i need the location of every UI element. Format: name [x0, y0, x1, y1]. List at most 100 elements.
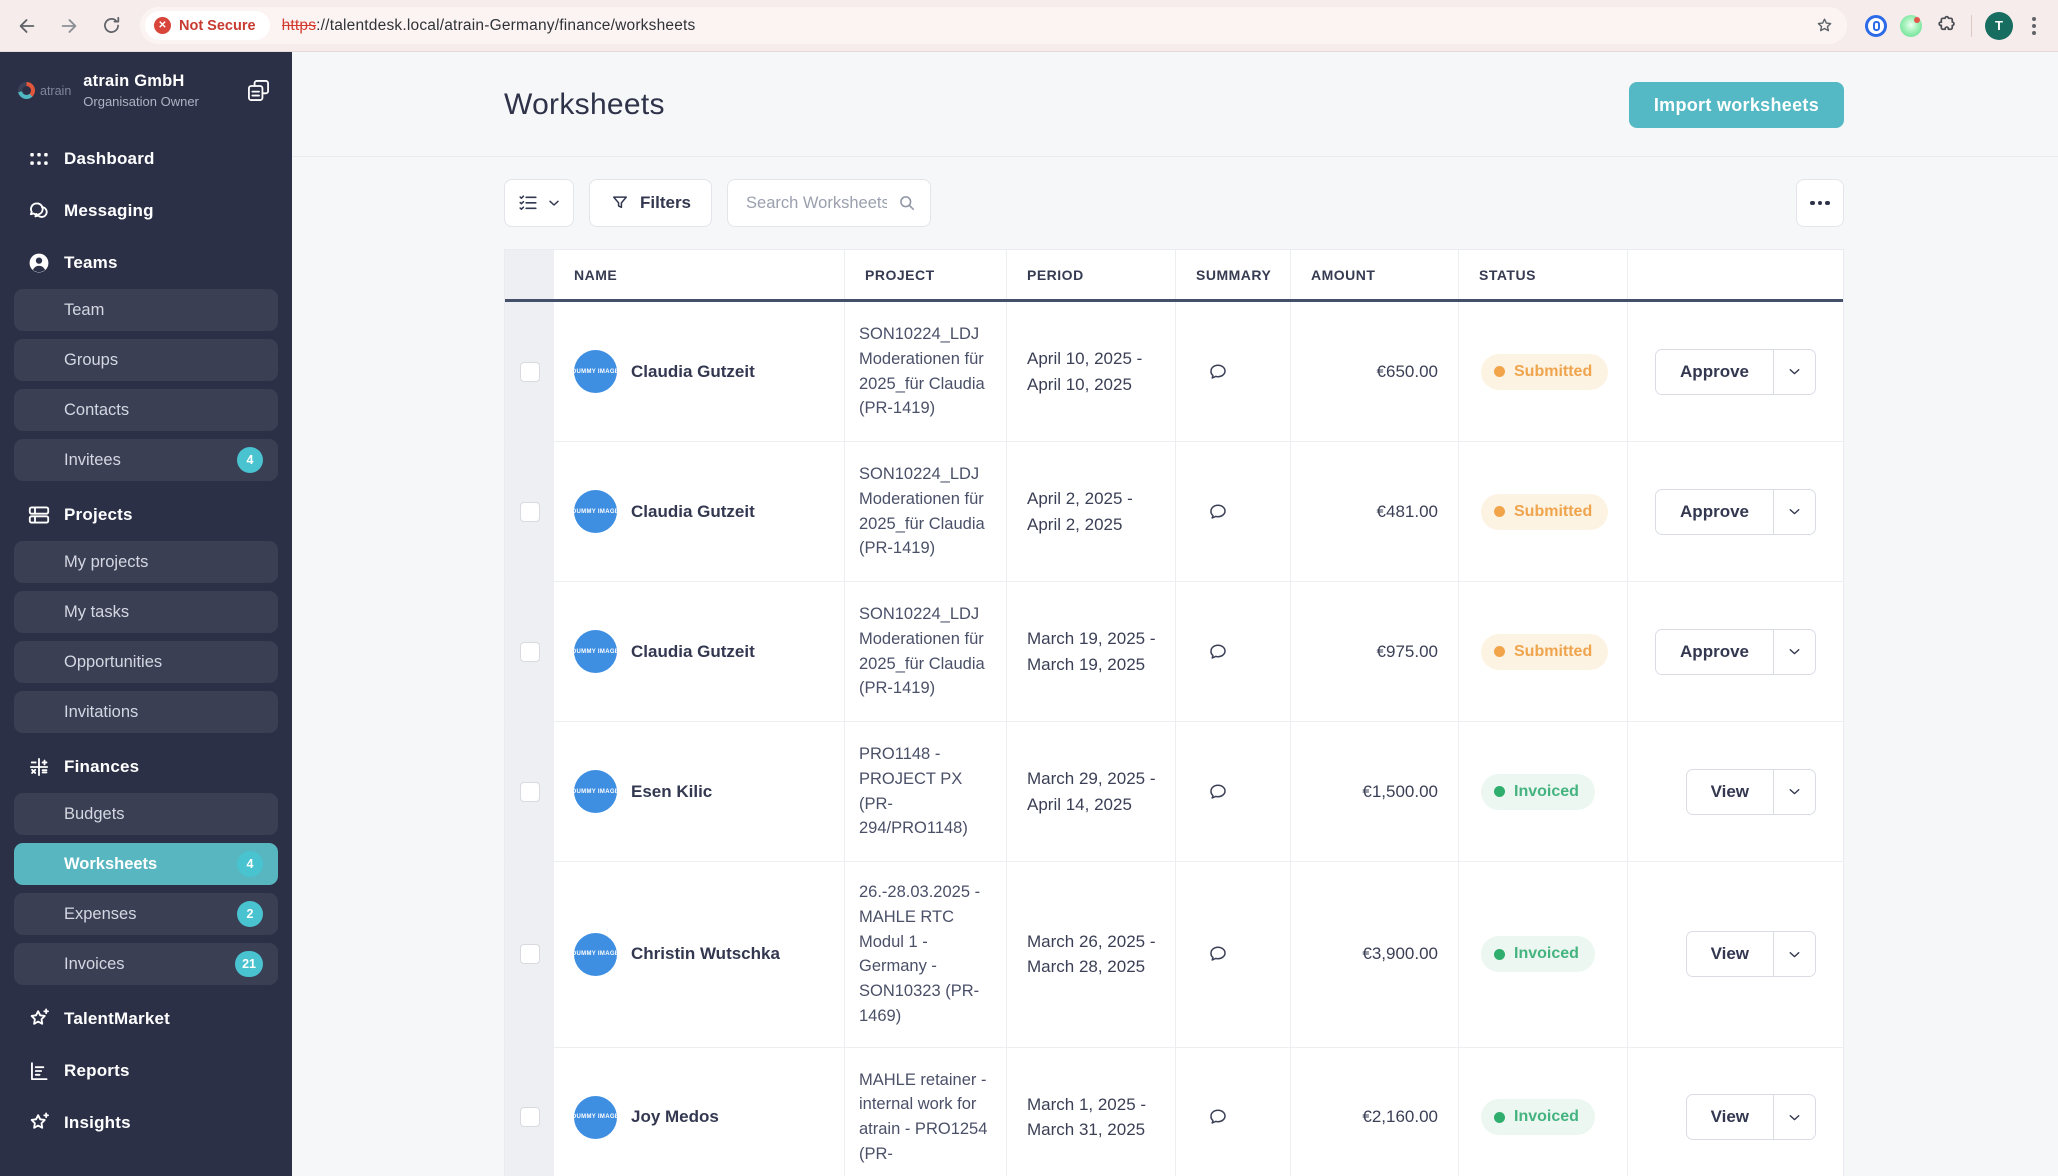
name-cell: DUMMY IMAGE Christin Wutschka: [554, 862, 845, 1047]
sidebar-item-label: Messaging: [64, 201, 154, 221]
status-badge: Invoiced: [1481, 1099, 1595, 1135]
search-input[interactable]: [744, 193, 889, 214]
amount-cell: €650.00: [1291, 302, 1459, 441]
sidebar-item-teams[interactable]: Teams: [0, 237, 292, 289]
ellipsis-icon: [1810, 201, 1830, 206]
sidebar-item-invoices[interactable]: Invoices 21: [14, 943, 278, 985]
sidebar-item-team[interactable]: Team: [14, 289, 278, 331]
checklist-icon: [517, 192, 539, 214]
table-row[interactable]: DUMMY IMAGE Esen Kilic PRO1148 - PROJECT…: [505, 722, 1843, 862]
table-row[interactable]: DUMMY IMAGE Claudia Gutzeit SON10224_LDJ…: [505, 582, 1843, 722]
sidebar-item-worksheets[interactable]: Worksheets 4: [14, 843, 278, 885]
action-dropdown-caret[interactable]: [1773, 490, 1815, 534]
password-manager-icon[interactable]: [1865, 15, 1887, 37]
sidebar-item-projects[interactable]: Projects: [0, 489, 292, 541]
worker-name: Claudia Gutzeit: [631, 502, 755, 522]
forward-icon[interactable]: [50, 7, 88, 45]
action-button[interactable]: View: [1687, 1095, 1773, 1139]
column-header-actions: [1628, 250, 1843, 299]
row-checkbox[interactable]: [520, 502, 540, 522]
filters-button[interactable]: Filters: [589, 179, 712, 227]
reload-icon[interactable]: [92, 7, 130, 45]
table-row[interactable]: DUMMY IMAGE Claudia Gutzeit SON10224_LDJ…: [505, 442, 1843, 582]
table-row[interactable]: DUMMY IMAGE Claudia Gutzeit SON10224_LDJ…: [505, 302, 1843, 442]
sidebar-item-invitations[interactable]: Invitations: [14, 691, 278, 733]
comment-bubble-icon[interactable]: [1206, 942, 1230, 966]
sidebar-item-budgets[interactable]: Budgets: [14, 793, 278, 835]
action-dropdown-caret[interactable]: [1773, 770, 1815, 814]
action-button[interactable]: View: [1687, 770, 1773, 814]
summary-cell: [1176, 722, 1291, 861]
org-logo-icon: [18, 82, 35, 99]
sidebar-item-messaging[interactable]: Messaging: [0, 185, 292, 237]
org-switcher-icon[interactable]: [245, 77, 272, 104]
comment-bubble-icon[interactable]: [1206, 360, 1230, 384]
comment-bubble-icon[interactable]: [1206, 640, 1230, 664]
sidebar-item-invitees[interactable]: Invitees 4: [14, 439, 278, 481]
url-bar[interactable]: ✕ Not Secure https://talentdesk.local/at…: [140, 7, 1847, 44]
bulk-select-dropdown[interactable]: [504, 179, 574, 227]
table-row[interactable]: DUMMY IMAGE Christin Wutschka 26.-28.03.…: [505, 862, 1843, 1048]
status-cell: Invoiced: [1459, 862, 1628, 1047]
sidebar-item-opportunities[interactable]: Opportunities: [14, 641, 278, 683]
more-actions-button[interactable]: [1796, 179, 1844, 227]
security-chip[interactable]: ✕ Not Secure: [145, 11, 270, 40]
action-split-button: Approve: [1655, 629, 1816, 675]
sidebar-item-label: Invitations: [64, 703, 138, 722]
sidebar-item-insights[interactable]: Insights: [0, 1097, 292, 1149]
sidebar-item-groups[interactable]: Groups: [14, 339, 278, 381]
period-start: March 26, 2025 -: [1027, 929, 1156, 955]
status-label: Submitted: [1514, 503, 1592, 521]
bookmark-star-icon[interactable]: [1814, 15, 1835, 36]
import-worksheets-button[interactable]: Import worksheets: [1629, 82, 1844, 128]
puzzle-icon[interactable]: [1935, 14, 1958, 37]
action-dropdown-caret[interactable]: [1773, 630, 1815, 674]
chevron-down-icon: [1786, 783, 1803, 800]
period-end: March 28, 2025: [1027, 954, 1156, 980]
sidebar-item-expenses[interactable]: Expenses 2: [14, 893, 278, 935]
action-button[interactable]: Approve: [1656, 350, 1773, 394]
row-checkbox[interactable]: [520, 362, 540, 382]
chevron-down-icon: [1786, 363, 1803, 380]
status-cell: Invoiced: [1459, 722, 1628, 861]
action-dropdown-caret[interactable]: [1773, 350, 1815, 394]
sidebar-item-label: Dashboard: [64, 149, 155, 169]
table-row[interactable]: DUMMY IMAGE Joy Medos MAHLE retainer - i…: [505, 1048, 1843, 1176]
back-icon[interactable]: [8, 7, 46, 45]
action-dropdown-caret[interactable]: [1773, 1095, 1815, 1139]
browser-menu-icon[interactable]: [2026, 17, 2042, 35]
table-header-row: NAMEPROJECTPERIODSUMMARYAMOUNTSTATUS: [505, 250, 1843, 302]
avatar: DUMMY IMAGE: [574, 1096, 617, 1139]
row-checkbox[interactable]: [520, 642, 540, 662]
sidebar-item-my-tasks[interactable]: My tasks: [14, 591, 278, 633]
profile-avatar[interactable]: T: [1985, 12, 2013, 40]
period-start: March 29, 2025 -: [1027, 766, 1156, 792]
extension-icon[interactable]: [1900, 15, 1922, 37]
status-dot-icon: [1494, 646, 1505, 657]
sidebar-item-label: Budgets: [64, 805, 125, 824]
comment-bubble-icon[interactable]: [1206, 500, 1230, 524]
sidebar-item-talentmarket[interactable]: TalentMarket: [0, 993, 292, 1045]
action-button[interactable]: Approve: [1656, 490, 1773, 534]
action-dropdown-caret[interactable]: [1773, 932, 1815, 976]
action-button[interactable]: View: [1687, 932, 1773, 976]
sidebar-item-label: Worksheets: [64, 855, 157, 874]
sidebar-item-finances[interactable]: Finances: [0, 741, 292, 793]
status-dot-icon: [1494, 786, 1505, 797]
row-checkbox[interactable]: [520, 944, 540, 964]
search-icon: [897, 193, 917, 213]
summary-cell: [1176, 302, 1291, 441]
sidebar-item-my-projects[interactable]: My projects: [14, 541, 278, 583]
row-checkbox[interactable]: [520, 1107, 540, 1127]
row-checkbox[interactable]: [520, 782, 540, 802]
amount-cell: €3,900.00: [1291, 862, 1459, 1047]
sidebar-item-reports[interactable]: Reports: [0, 1045, 292, 1097]
count-badge: 21: [235, 951, 263, 977]
comment-bubble-icon[interactable]: [1206, 1105, 1230, 1129]
sidebar-item-dashboard[interactable]: Dashboard: [0, 133, 292, 185]
amount-cell: €1,500.00: [1291, 722, 1459, 861]
summary-cell: [1176, 862, 1291, 1047]
action-button[interactable]: Approve: [1656, 630, 1773, 674]
comment-bubble-icon[interactable]: [1206, 780, 1230, 804]
sidebar-item-contacts[interactable]: Contacts: [14, 389, 278, 431]
